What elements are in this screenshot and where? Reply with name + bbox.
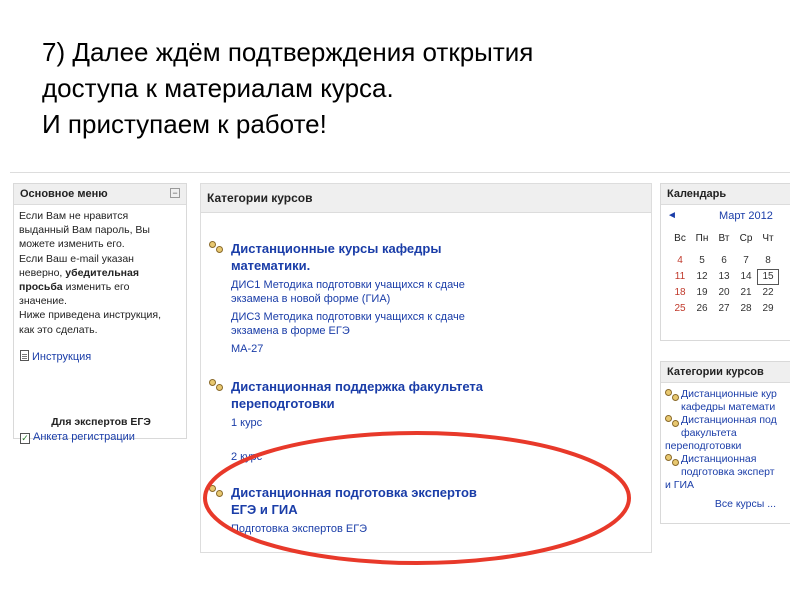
calendar-grid: Вс Пн Вт Ср Чт 45678 11 12 13 14 15 18 19 20 21 22 2… bbox=[669, 228, 779, 314]
side-category-text[interactable]: кафедры математи bbox=[681, 401, 775, 413]
weekday-label: Чт bbox=[762, 233, 774, 244]
menu-text-line: неверно, убедительная bbox=[19, 266, 181, 280]
category-title-line[interactable]: переподготовки bbox=[231, 395, 631, 412]
category-title-line[interactable]: Дистанционные курсы кафедры bbox=[231, 240, 631, 257]
menu-text-fragment: неверно, bbox=[19, 266, 66, 279]
menu-text-emphasis: просьба bbox=[19, 281, 63, 294]
side-category-link[interactable]: Дистанционные кур bbox=[665, 388, 790, 401]
category-title-line[interactable]: Дистанционная поддержка факультета bbox=[231, 378, 631, 395]
category-icon bbox=[209, 485, 223, 497]
menu-text-line: Ниже приведена инструкция, bbox=[19, 309, 161, 322]
registration-row[interactable]: ✓ Анкета регистрации bbox=[20, 431, 135, 444]
menu-text-fragment: изменить его bbox=[62, 281, 130, 294]
questionnaire-icon: ✓ bbox=[20, 433, 30, 444]
category-item: Дистанционная поддержка факультета переп… bbox=[209, 378, 631, 464]
main-menu-block: Основное меню − Если Вам не нравится выд… bbox=[13, 183, 187, 444]
calendar-week-row: 11 12 13 14 15 bbox=[669, 266, 779, 285]
side-category-link[interactable]: Дистанционная под bbox=[665, 414, 790, 427]
weekday-label: Вс bbox=[674, 233, 686, 244]
category-title-line[interactable]: ЕГЭ и ГИА bbox=[231, 501, 631, 518]
course-link[interactable]: 2 курс bbox=[231, 450, 631, 464]
category-icon bbox=[665, 389, 679, 401]
experts-section-title: Для экспертов ЕГЭ bbox=[51, 416, 151, 428]
side-category-text[interactable]: переподготовки bbox=[665, 440, 741, 452]
calendar-block: Календарь ◄ Март 2012 Вс Пн Вт Ср Чт 45678 1… bbox=[660, 183, 790, 341]
menu-text-line: Если Ваш e-mail указан bbox=[19, 252, 134, 265]
category-icon bbox=[209, 379, 223, 391]
side-categories-list: Дистанционные кур кафедры математи Диста… bbox=[661, 383, 790, 516]
registration-link[interactable]: Анкета регистрации bbox=[33, 431, 135, 443]
side-category-text[interactable]: подготовка эксперт bbox=[681, 466, 775, 478]
menu-text-line: Если Вам не нравится bbox=[19, 210, 129, 222]
category-icon bbox=[665, 454, 679, 466]
menu-text-emphasis: убедительная bbox=[65, 266, 139, 279]
side-category-link[interactable]: факультета bbox=[665, 427, 790, 440]
calendar-day[interactable]: 29 bbox=[757, 301, 779, 317]
menu-text-line: просьба изменить его bbox=[19, 280, 181, 294]
calendar-week-row: 45678 bbox=[669, 250, 779, 266]
category-item: Дистанционные курсы кафедры математики. … bbox=[209, 240, 631, 356]
calendar-week-row: 18 19 20 21 22 bbox=[669, 282, 779, 298]
weekday-label: Ср bbox=[739, 233, 753, 244]
side-category-text[interactable]: факультета bbox=[681, 427, 737, 439]
course-link[interactable]: МА-27 bbox=[231, 342, 631, 356]
course-link[interactable]: 1 курс bbox=[231, 416, 631, 430]
category-title-line[interactable]: Дистанционная подготовка экспертов bbox=[231, 484, 631, 501]
main-menu-header: Основное меню − bbox=[14, 184, 186, 205]
course-categories-block: Категории курсов Дистанционные курсы каф… bbox=[200, 183, 652, 553]
calendar-day[interactable]: 26 bbox=[691, 301, 713, 317]
category-icon bbox=[665, 415, 679, 427]
course-link[interactable]: Подготовка экспертов ЕГЭ bbox=[231, 522, 631, 536]
main-menu-title: Основное меню bbox=[20, 188, 108, 200]
course-categories-header: Категории курсов bbox=[201, 184, 651, 213]
side-categories-header: Категории курсов bbox=[661, 362, 790, 383]
document-icon bbox=[20, 350, 29, 361]
side-category-link[interactable]: переподготовки bbox=[665, 440, 790, 453]
side-category-text[interactable]: и ГИА bbox=[665, 479, 694, 491]
course-link[interactable]: экзамена в новой форме (ГИА) bbox=[231, 292, 631, 306]
weekday-label: Пн bbox=[695, 233, 709, 244]
category-title[interactable]: Дистанционная подготовка экспертов ЕГЭ и… bbox=[209, 484, 631, 518]
category-icon bbox=[209, 241, 223, 253]
collapse-icon[interactable]: − bbox=[170, 188, 180, 198]
side-category-text[interactable]: Дистанционная под bbox=[681, 414, 777, 426]
side-category-link[interactable]: подготовка эксперт bbox=[665, 466, 790, 479]
side-category-text[interactable]: Дистанционные кур bbox=[681, 388, 777, 400]
calendar-weekday-row: Вс Пн Вт Ср Чт bbox=[669, 228, 779, 244]
side-category-link[interactable]: Дистанционная bbox=[665, 453, 790, 466]
calendar-month[interactable]: Март 2012 bbox=[719, 210, 773, 222]
menu-text-line: выданный Вам пароль, Вы bbox=[19, 224, 150, 237]
calendar-week-row: 25 26 27 28 29 bbox=[669, 298, 779, 314]
calendar-day[interactable]: 28 bbox=[735, 301, 757, 317]
calendar-day[interactable]: 25 bbox=[669, 301, 691, 317]
heading-line-3: И приступаем к работе! bbox=[42, 109, 327, 139]
slide-heading: 7) Далее ждём подтверждения открытия дос… bbox=[42, 34, 662, 142]
menu-text-line: можете изменить его. bbox=[19, 238, 125, 251]
course-link[interactable]: ДИС1 Методика подготовки учащихся к сдач… bbox=[231, 278, 631, 292]
side-category-link[interactable]: кафедры математи bbox=[665, 401, 790, 414]
menu-text-line: значение. bbox=[19, 295, 67, 308]
category-title[interactable]: Дистанционная поддержка факультета переп… bbox=[209, 378, 631, 412]
heading-line-2: доступа к материалам курса. bbox=[42, 73, 394, 103]
menu-text-line: как это сделать. bbox=[19, 323, 98, 336]
course-link[interactable]: ДИС3 Методика подготовки учащихся к сдач… bbox=[231, 310, 631, 324]
calendar-nav: ◄ Март 2012 bbox=[661, 205, 790, 227]
all-courses-link[interactable]: Все курсы ... bbox=[665, 498, 790, 511]
side-categories-block: Категории курсов Дистанционные кур кафед… bbox=[660, 361, 790, 524]
side-category-link[interactable]: и ГИА bbox=[665, 479, 790, 492]
category-title-line[interactable]: математики. bbox=[231, 257, 631, 274]
instruction-row[interactable]: Инструкция bbox=[20, 350, 91, 363]
category-item: Дистанционная подготовка экспертов ЕГЭ и… bbox=[209, 484, 631, 536]
instruction-link[interactable]: Инструкция bbox=[32, 351, 91, 363]
heading-line-1: 7) Далее ждём подтверждения открытия bbox=[42, 37, 534, 67]
weekday-label: Вт bbox=[718, 233, 730, 244]
calendar-day[interactable]: 27 bbox=[713, 301, 735, 317]
moodle-screenshot: Основное меню − Если Вам не нравится выд… bbox=[10, 172, 790, 557]
category-title[interactable]: Дистанционные курсы кафедры математики. bbox=[209, 240, 631, 274]
course-link[interactable]: экзамена в форме ЕГЭ bbox=[231, 324, 631, 338]
main-menu-text: Если Вам не нравится выданный Вам пароль… bbox=[14, 205, 186, 341]
calendar-header: Календарь bbox=[661, 184, 790, 205]
side-category-text[interactable]: Дистанционная bbox=[681, 453, 756, 465]
prev-month-arrow-icon[interactable]: ◄ bbox=[667, 210, 677, 221]
